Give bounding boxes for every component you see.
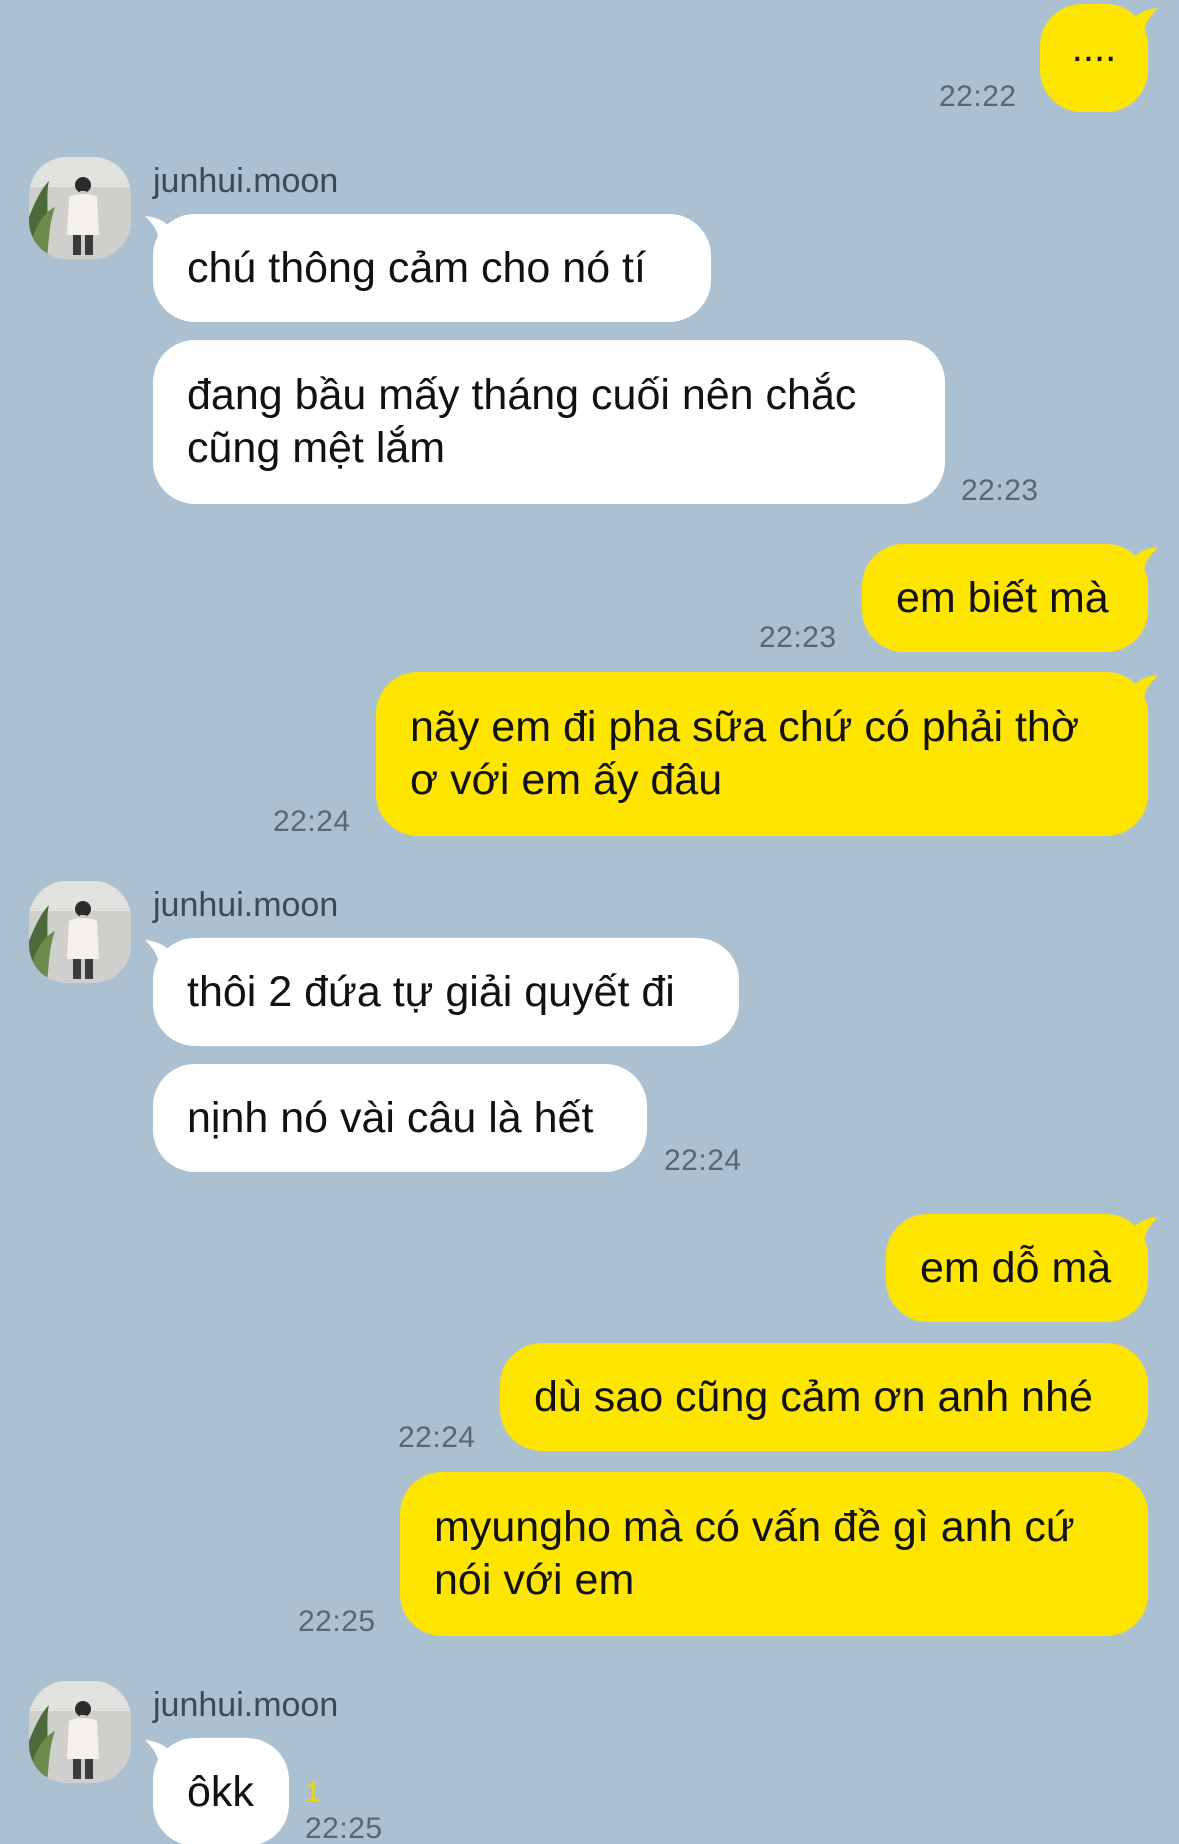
incoming-bubble-tail xyxy=(145,940,179,966)
outgoing-bubble-tail xyxy=(1124,547,1158,573)
message-timestamp: 22:25 xyxy=(305,1812,383,1844)
sender-avatar[interactable] xyxy=(29,157,131,259)
sender-avatar[interactable] xyxy=(29,881,131,983)
profile-photo-avatar xyxy=(29,157,131,259)
message-timestamp: 22:25 xyxy=(298,1605,376,1638)
sender-avatar[interactable] xyxy=(29,1681,131,1783)
outgoing-message-bubble[interactable]: dù sao cũng cảm ơn anh nhé xyxy=(500,1343,1148,1451)
message-text: ôkk xyxy=(187,1767,254,1816)
message-text: nịnh nó vài câu là hết xyxy=(187,1093,594,1142)
message-text: đang bầu mấy tháng cuối nên chắc cũng mệ… xyxy=(187,371,857,472)
incoming-message-bubble[interactable]: đang bầu mấy tháng cuối nên chắc cũng mệ… xyxy=(153,340,945,504)
outgoing-bubble-tail xyxy=(1124,675,1158,701)
incoming-message-bubble[interactable]: nịnh nó vài câu là hết xyxy=(153,1064,647,1172)
outgoing-message-bubble[interactable]: em biết mà xyxy=(862,544,1148,652)
message-text: myungho mà có vấn đề gì anh cứ nói với e… xyxy=(434,1503,1075,1604)
profile-photo-avatar xyxy=(29,881,131,983)
outgoing-bubble-tail xyxy=(1124,8,1158,34)
outgoing-message-bubble[interactable]: myungho mà có vấn đề gì anh cứ nói với e… xyxy=(400,1472,1148,1636)
outgoing-bubble-tail xyxy=(1124,1217,1158,1243)
message-text: thôi 2 đứa tự giải quyết đi xyxy=(187,967,675,1016)
profile-photo-avatar xyxy=(29,1681,131,1783)
outgoing-message-bubble[interactable]: em dỗ mà xyxy=(886,1214,1148,1322)
incoming-message-bubble[interactable]: thôi 2 đứa tự giải quyết đi xyxy=(153,938,739,1046)
message-timestamp: 22:23 xyxy=(759,621,837,654)
sender-name: junhui.moon xyxy=(153,162,339,200)
message-text: dù sao cũng cảm ơn anh nhé xyxy=(534,1372,1093,1421)
message-text: chú thông cảm cho nó tí xyxy=(187,243,646,292)
unread-count: 1 xyxy=(305,1776,321,1807)
sender-name: junhui.moon xyxy=(153,886,339,924)
chat-room[interactable]: .... 22:22 junhui.moon chú thông cảm cho… xyxy=(0,0,1179,1844)
sender-name: junhui.moon xyxy=(153,1686,339,1724)
incoming-bubble-tail xyxy=(145,216,179,242)
incoming-message-bubble[interactable]: chú thông cảm cho nó tí xyxy=(153,214,711,322)
message-timestamp: 22:24 xyxy=(664,1144,742,1177)
message-timestamp: 22:23 xyxy=(961,474,1039,507)
message-text: em dỗ mà xyxy=(920,1243,1112,1292)
message-timestamp: 22:24 xyxy=(273,805,351,838)
incoming-bubble-tail xyxy=(145,1740,179,1766)
message-timestamp: 22:24 xyxy=(398,1421,476,1454)
message-timestamp: 22:22 xyxy=(939,80,1017,113)
message-text: em biết mà xyxy=(896,573,1109,622)
message-text: .... xyxy=(1071,25,1117,70)
message-text: nãy em đi pha sữa chứ có phải thờ ơ với … xyxy=(410,703,1080,804)
outgoing-message-bubble[interactable]: nãy em đi pha sữa chứ có phải thờ ơ với … xyxy=(376,672,1148,836)
